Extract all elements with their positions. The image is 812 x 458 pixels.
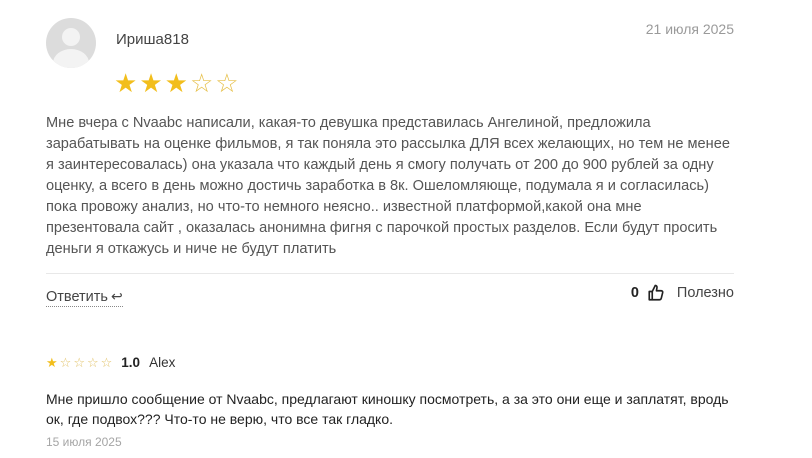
rating-value: 1.0 — [121, 355, 141, 370]
star-icon: ★ — [46, 355, 58, 370]
star-icon: ☆ — [59, 355, 72, 370]
star-icon: ★ — [114, 68, 138, 98]
avatar-head — [62, 28, 80, 46]
star-rating-small: ★ ☆ ☆ ☆ ☆ — [46, 356, 112, 369]
avatar-body — [53, 49, 89, 68]
avatar[interactable] — [46, 18, 96, 68]
reply-label: Ответить — [46, 289, 108, 305]
star-icon: ★ — [139, 68, 163, 98]
thumbs-up-icon[interactable] — [647, 284, 665, 302]
star-rating: ★ ★ ★ ☆ ☆ — [114, 70, 239, 96]
review-text: Мне вчера с Nvaabc написали, какая-то де… — [46, 115, 730, 257]
review-author: Alex — [149, 355, 176, 370]
divider — [46, 273, 734, 274]
review-text: Мне пришло сообщение от Nvaabc, предлага… — [46, 391, 729, 427]
star-icon: ☆ — [73, 355, 85, 370]
star-icon: ☆ — [189, 68, 214, 98]
star-icon: ☆ — [86, 355, 99, 370]
review-date: 21 июля 2025 — [645, 21, 734, 37]
star-icon: ☆ — [215, 68, 239, 98]
helpful-count: 0 — [630, 285, 639, 301]
star-icon: ★ — [164, 68, 188, 98]
reply-button[interactable]: Ответить ↩ — [46, 288, 123, 307]
helpful-button[interactable]: Полезно — [677, 285, 734, 301]
reply-arrow-icon: ↩ — [110, 288, 123, 304]
review-date: 15 июля 2025 — [46, 435, 122, 449]
star-icon: ☆ — [100, 355, 113, 370]
review-author[interactable]: Ириша818 — [116, 31, 189, 48]
review-card-2: ★ ☆ ☆ ☆ ☆ 1.0 Alex Мне пришло сообщение … — [46, 355, 746, 449]
helpful-vote: 0 Полезно — [631, 284, 734, 302]
review-header: ★ ☆ ☆ ☆ ☆ 1.0 Alex — [46, 355, 746, 370]
